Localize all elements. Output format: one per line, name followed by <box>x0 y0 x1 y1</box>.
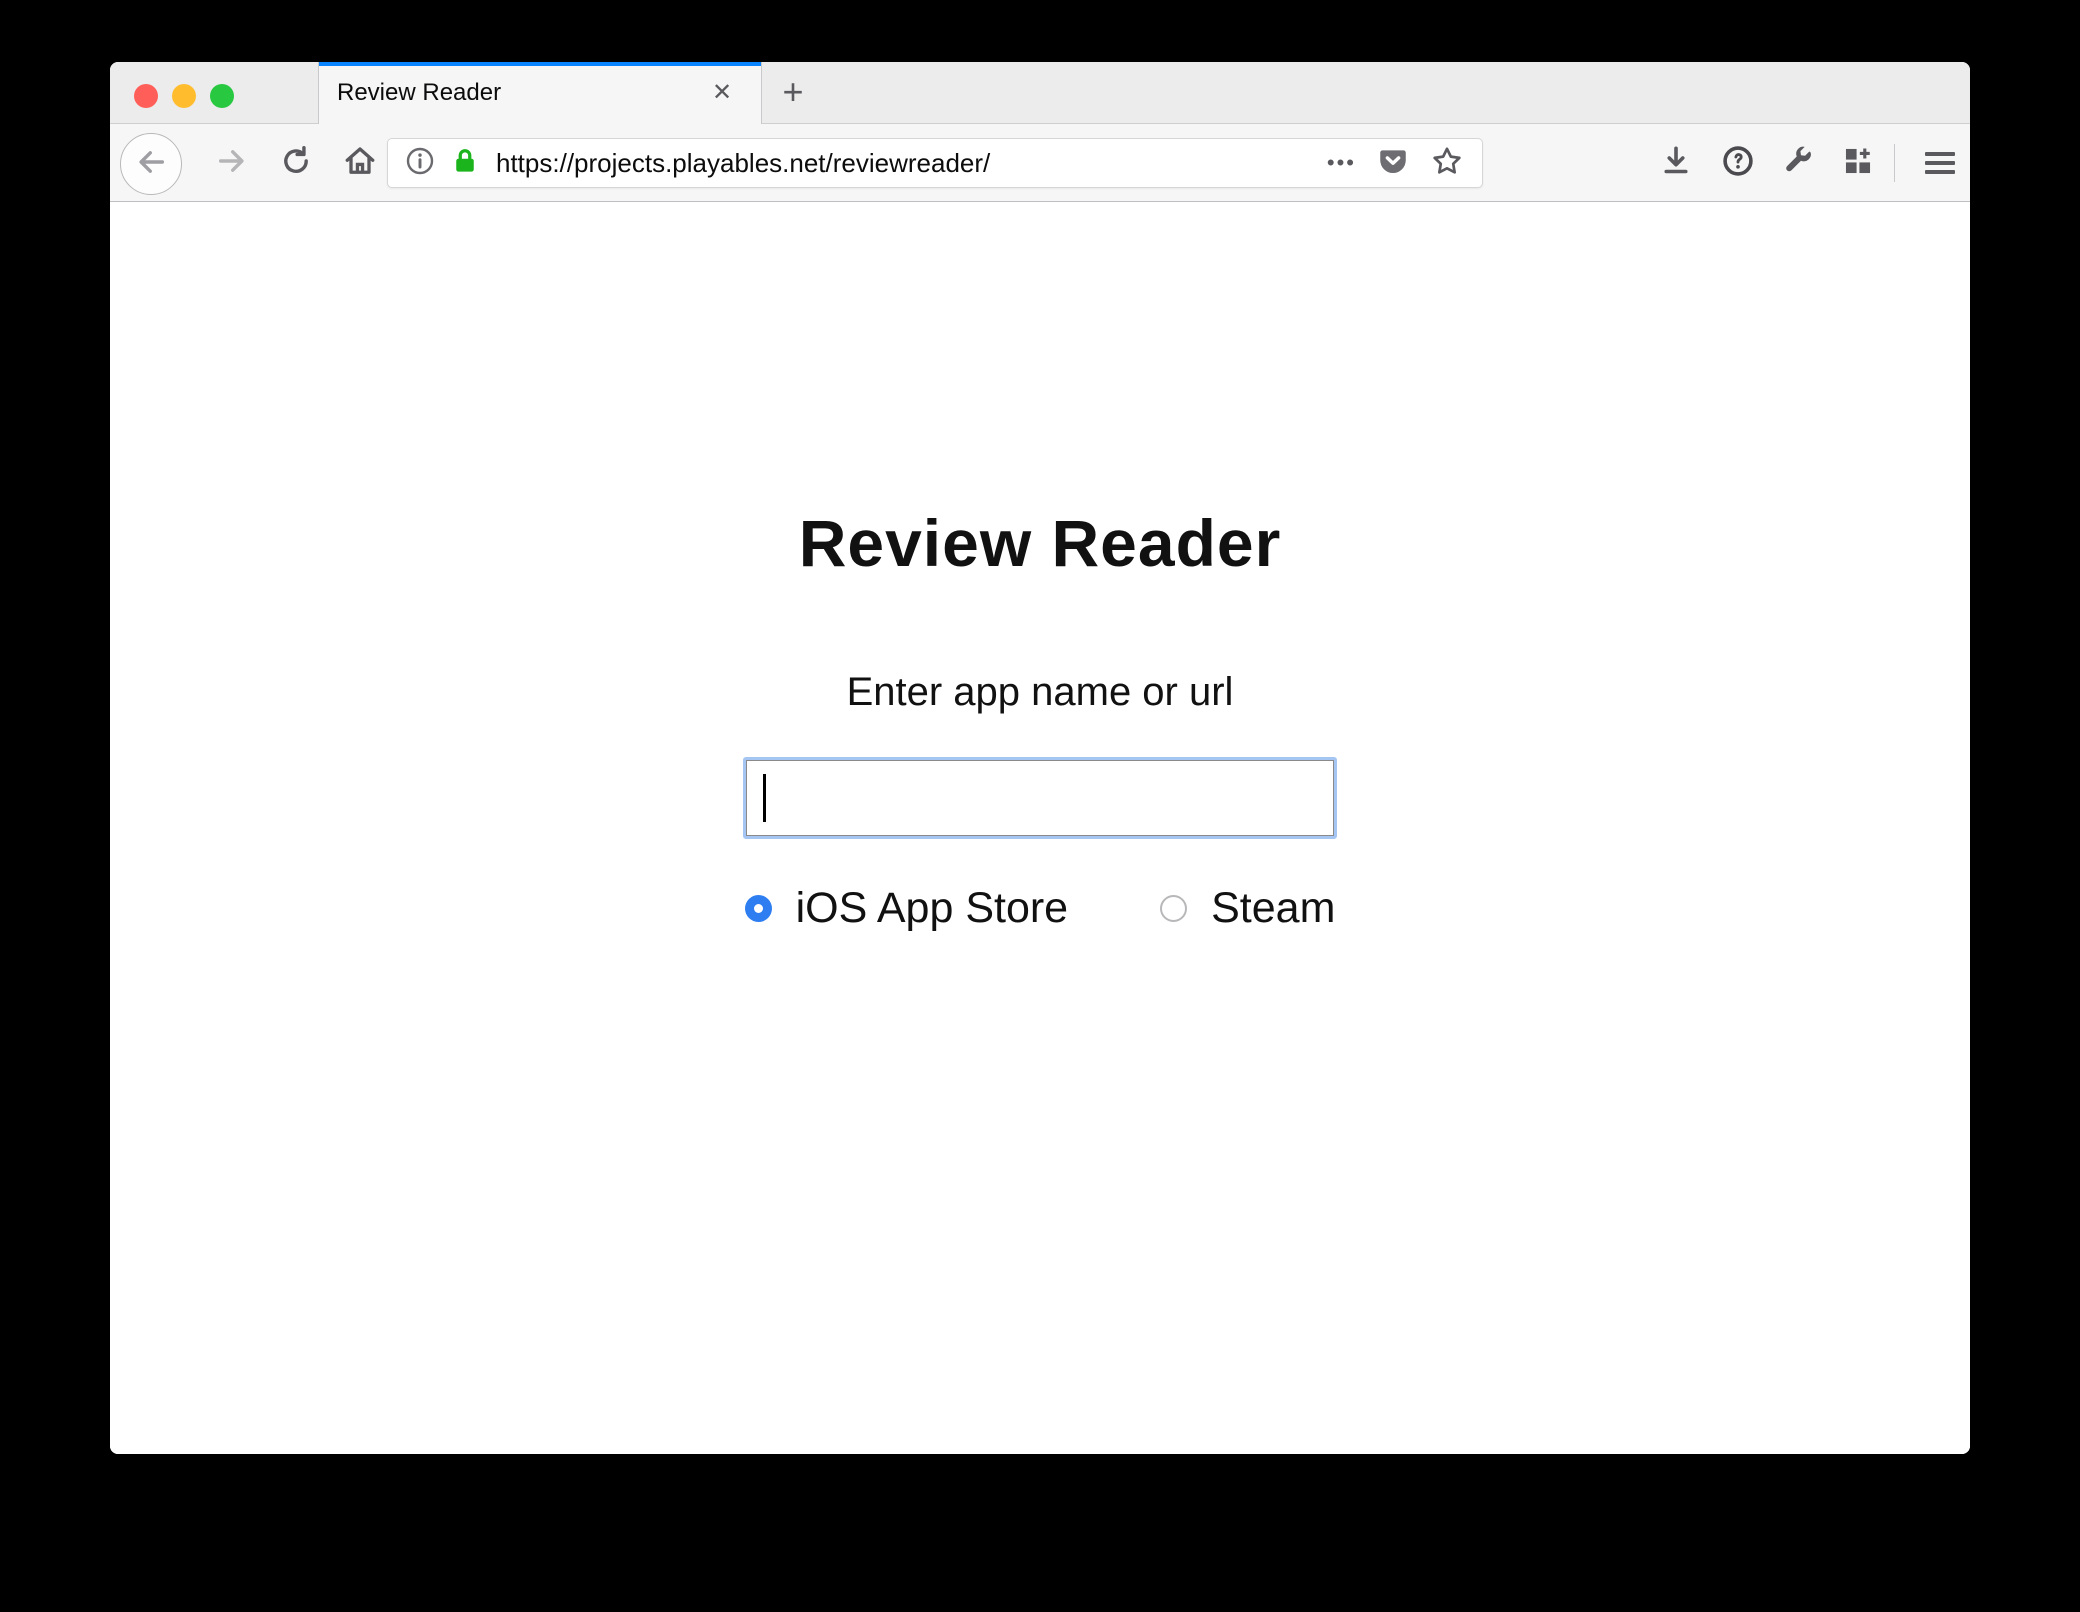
app-name-input[interactable] <box>746 760 1334 836</box>
page-content: Review Reader Enter app name or url iOS … <box>110 202 1970 1454</box>
downloads-button[interactable] <box>1644 124 1708 202</box>
site-info-icon[interactable] <box>404 145 436 182</box>
tab-bar: Review Reader ✕ + <box>110 62 1970 124</box>
page-title: Review Reader <box>110 505 1970 581</box>
app-input-focus-ring <box>743 757 1337 839</box>
home-icon <box>342 143 378 184</box>
prompt-label: Enter app name or url <box>110 670 1970 715</box>
help-circle-icon <box>1720 143 1756 184</box>
tools-button[interactable] <box>1768 124 1828 202</box>
url-text: https://projects.playables.net/reviewrea… <box>496 148 1327 179</box>
tab-title: Review Reader <box>337 62 501 124</box>
toolbar-separator <box>1894 144 1895 182</box>
navigation-toolbar: https://projects.playables.net/reviewrea… <box>110 124 1970 202</box>
home-button[interactable] <box>332 124 388 202</box>
url-bar[interactable]: https://projects.playables.net/reviewrea… <box>387 138 1483 188</box>
tab-review-reader[interactable]: Review Reader ✕ <box>318 62 762 124</box>
radio-label-ios[interactable]: iOS App Store <box>796 884 1069 933</box>
traffic-light-minimize-button[interactable] <box>172 84 196 108</box>
store-option-ios[interactable]: iOS App Store <box>745 884 1069 933</box>
radio-steam[interactable] <box>1160 895 1187 922</box>
store-options: iOS App Store Steam <box>110 884 1970 933</box>
forward-button[interactable] <box>204 124 260 202</box>
back-icon <box>134 145 168 184</box>
back-button[interactable] <box>120 133 182 195</box>
reload-icon <box>279 144 313 183</box>
forward-icon <box>215 144 249 183</box>
addons-button[interactable] <box>1828 124 1888 202</box>
bookmark-star-icon[interactable] <box>1430 144 1464 183</box>
menu-button[interactable] <box>1910 124 1970 202</box>
text-cursor <box>763 774 766 822</box>
radio-label-steam[interactable]: Steam <box>1211 884 1335 933</box>
help-circle-button[interactable] <box>1708 124 1768 202</box>
reload-button[interactable] <box>268 124 324 202</box>
browser-window: Review Reader ✕ + <box>110 62 1970 1454</box>
tab-close-icon[interactable]: ✕ <box>707 78 737 108</box>
traffic-light-zoom-button[interactable] <box>210 84 234 108</box>
radio-ios-app-store[interactable] <box>745 895 772 922</box>
wrench-icon <box>1781 144 1815 183</box>
addons-grid-icon <box>1841 144 1875 183</box>
downloads-icon <box>1658 143 1694 184</box>
pocket-icon[interactable] <box>1376 144 1410 183</box>
traffic-light-close-button[interactable] <box>134 84 158 108</box>
new-tab-button[interactable]: + <box>776 76 810 110</box>
store-option-steam[interactable]: Steam <box>1160 884 1335 933</box>
lock-icon[interactable] <box>450 145 480 182</box>
page-actions-icon[interactable]: ••• <box>1327 150 1356 176</box>
hamburger-menu-icon <box>1925 147 1955 179</box>
